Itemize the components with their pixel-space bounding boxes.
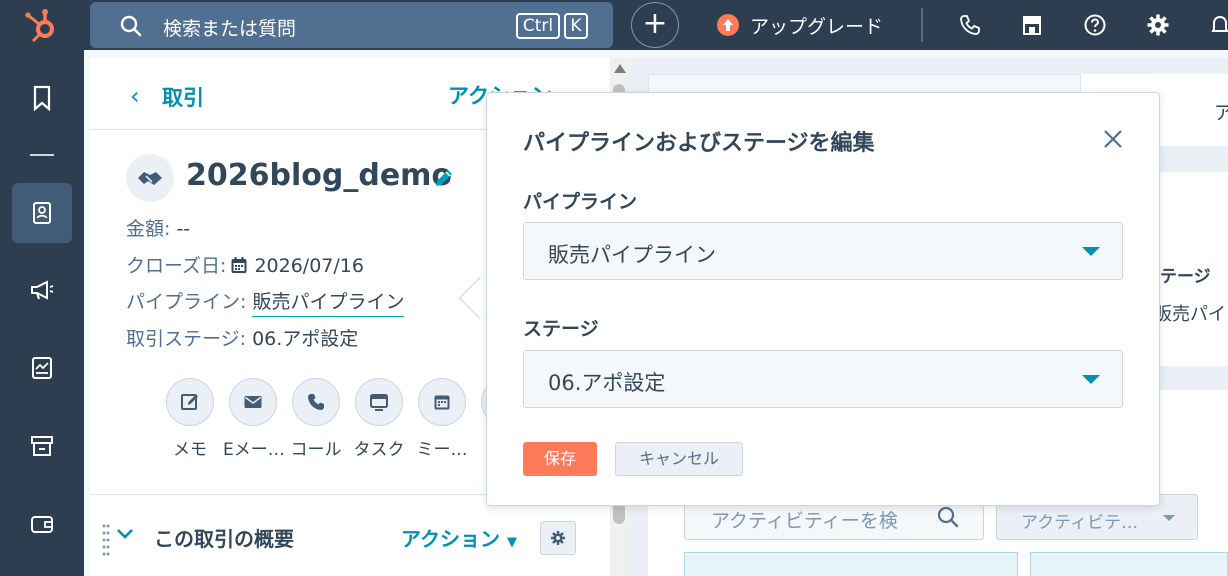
call-label: コール: [290, 440, 342, 460]
handshake-icon: [138, 172, 162, 185]
nav-separator: [30, 154, 54, 156]
caret-down-icon: [1082, 375, 1100, 384]
section-settings-button[interactable]: [540, 521, 576, 555]
reports-icon[interactable]: [28, 354, 56, 382]
deal-stage-property: 取引ステージ: 06.アポ設定: [126, 324, 358, 351]
stage-select-value: 06.アポ設定: [548, 371, 666, 395]
task-button[interactable]: [355, 378, 403, 426]
pipeline-select[interactable]: 販売パイプライン: [523, 222, 1123, 280]
meeting-button[interactable]: [418, 378, 466, 426]
shortcut-k-key: K: [564, 13, 588, 39]
save-button[interactable]: 保存: [523, 442, 597, 476]
note-button[interactable]: [166, 378, 214, 426]
pipeline-value[interactable]: 販売パイプライン: [252, 291, 405, 317]
upgrade-arrow-icon[interactable]: [717, 14, 739, 36]
close-icon[interactable]: [1101, 127, 1125, 151]
envelope-icon: [244, 396, 262, 408]
megaphone-icon[interactable]: [28, 276, 56, 304]
call-button[interactable]: [292, 378, 340, 426]
global-search[interactable]: 検索または質問 Ctrl K: [90, 2, 613, 48]
deal-avatar: [126, 154, 174, 202]
amount-value[interactable]: --: [176, 218, 190, 240]
bell-icon[interactable]: [1208, 13, 1228, 37]
deal-stage-value[interactable]: 06.アポ設定: [252, 328, 358, 350]
search-icon: [937, 506, 959, 528]
about-section-header: この取引の概要 アクション ▼: [90, 494, 610, 576]
hubspot-logo-icon[interactable]: [22, 6, 64, 44]
highlight-stage-label: テージ: [1160, 267, 1211, 287]
pipeline-field-label: パイプライン: [523, 191, 638, 213]
deal-stage-label: 取引ステージ:: [126, 328, 247, 350]
record-title: 2026blog_demo: [186, 158, 453, 193]
topbar-divider: [921, 8, 923, 42]
drag-handle-icon[interactable]: [102, 523, 110, 557]
close-date-property: クローズ日: 2026/07/16: [126, 251, 364, 278]
wallet-icon[interactable]: [28, 510, 56, 538]
gear-icon: [551, 531, 565, 545]
activity-tab-secondary[interactable]: [1030, 552, 1228, 576]
section-actions-label: アクション: [401, 527, 500, 551]
highlight-stage-value: 販売パイ: [1154, 304, 1226, 325]
activity-tab[interactable]: [684, 552, 1018, 576]
caret-down-icon: [1163, 515, 1175, 521]
activity-filter-value: アクティビテ…: [1021, 513, 1139, 533]
email-label: Eメー…: [223, 440, 285, 460]
upgrade-button[interactable]: アップグレード: [750, 12, 883, 39]
top-navigation-bar: 検索または質問 Ctrl K + アップグレード: [0, 0, 1228, 50]
pencil-icon[interactable]: [432, 166, 456, 190]
pipeline-label: パイプライン:: [126, 291, 247, 313]
phone-icon: [308, 394, 324, 410]
caret-down-icon: ▼: [506, 535, 517, 550]
calendar-icon: [231, 257, 247, 273]
marketplace-icon[interactable]: [1020, 13, 1044, 37]
search-icon: [120, 15, 142, 37]
close-date-value[interactable]: 2026/07/16: [254, 255, 364, 277]
caret-down-icon: [1082, 247, 1100, 256]
activity-search-placeholder: アクティビティーを検: [711, 510, 898, 532]
help-icon[interactable]: [1083, 13, 1107, 37]
note-pencil-icon: [181, 394, 198, 410]
stage-select[interactable]: 06.アポ設定: [523, 350, 1123, 408]
side-navigation: [0, 50, 84, 576]
contacts-icon[interactable]: [28, 199, 56, 227]
chevron-down-icon[interactable]: [116, 525, 134, 543]
pipeline-select-value: 販売パイプライン: [548, 243, 716, 267]
popover-title: パイプラインおよびステージを編集: [523, 131, 875, 156]
amount-property: 金額: --: [126, 214, 190, 241]
close-date-label: クローズ日:: [126, 255, 227, 277]
section-actions-menu[interactable]: アクション ▼: [401, 523, 517, 552]
back-to-deals-link[interactable]: 取引: [162, 82, 204, 112]
task-monitor-icon: [370, 394, 388, 411]
calendar-icon: [434, 395, 450, 410]
note-label: メモ: [173, 440, 207, 460]
task-label: タスク: [353, 440, 405, 460]
amount-label: 金額:: [126, 218, 171, 240]
scroll-up-arrow-icon[interactable]: [614, 64, 626, 73]
bookmark-icon[interactable]: [28, 84, 56, 112]
edit-pipeline-stage-popover: パイプラインおよびステージを編集 パイプライン 販売パイプライン ステージ 06…: [486, 92, 1160, 506]
search-placeholder: 検索または質問: [163, 18, 297, 40]
chevron-left-icon[interactable]: ‹: [130, 82, 140, 110]
phone-icon[interactable]: [958, 13, 982, 37]
stage-field-label: ステージ: [523, 318, 599, 340]
record-tab-label: ア: [1214, 102, 1228, 124]
meeting-label: ミー…: [416, 440, 468, 460]
section-title: この取引の概要: [154, 527, 294, 551]
shortcut-ctrl-key: Ctrl: [516, 13, 560, 39]
commerce-icon[interactable]: [28, 432, 56, 460]
pipeline-property: パイプライン: 販売パイプライン: [126, 287, 405, 317]
create-new-button[interactable]: +: [631, 2, 679, 48]
cancel-button[interactable]: キャンセル: [615, 442, 743, 476]
email-button[interactable]: [229, 378, 277, 426]
gear-icon[interactable]: [1146, 13, 1170, 37]
